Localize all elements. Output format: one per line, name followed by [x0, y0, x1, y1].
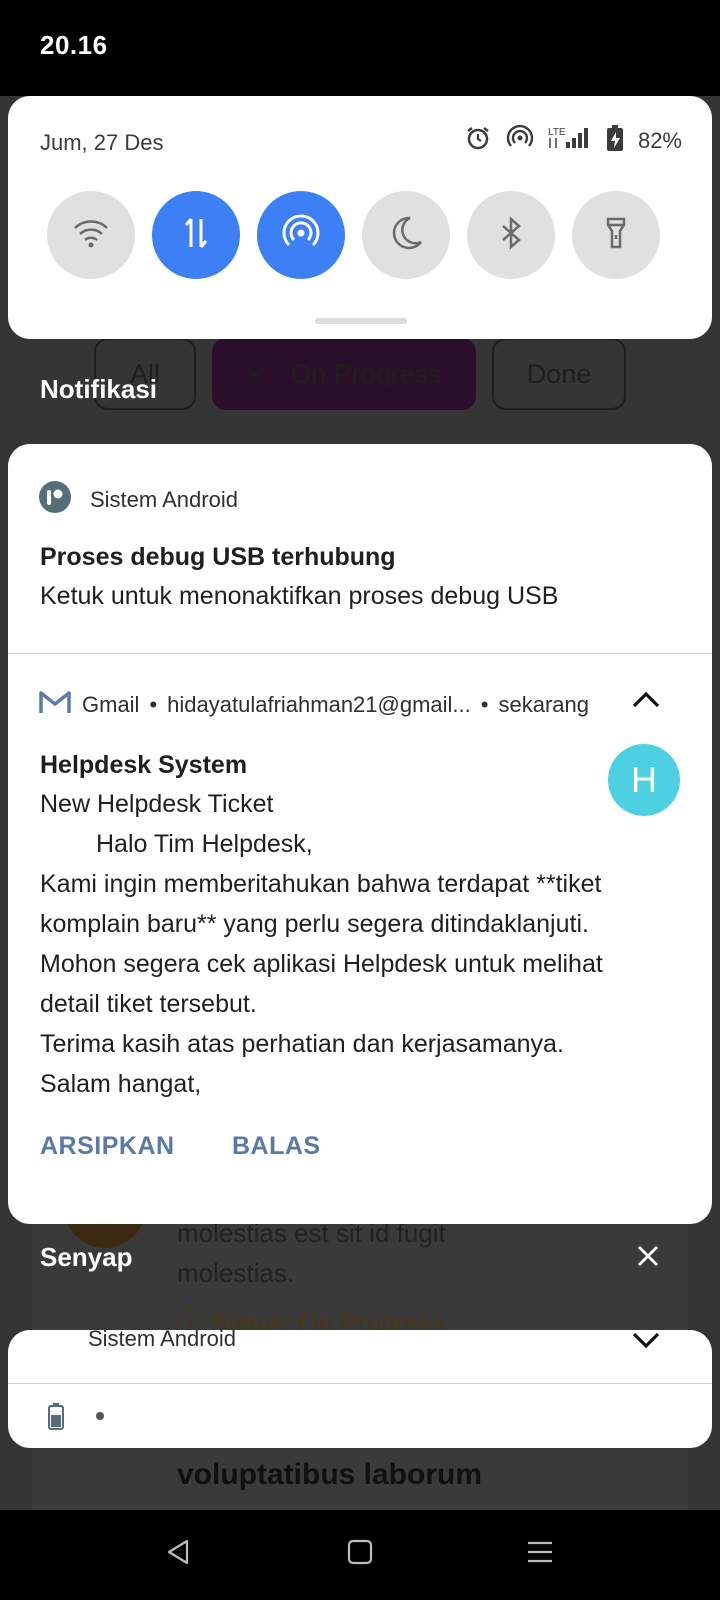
quick-settings-panel: Jum, 27 Des LTE 82%: [8, 96, 712, 339]
bg-ticket-title: voluptatibus laborum: [177, 1458, 483, 1491]
navigation-bar: [0, 1510, 720, 1600]
notification-group-card: Sistem Android Proses debug USB terhubun…: [8, 444, 712, 1224]
gmail-account: hidayatulafriahman21@gmail...: [167, 692, 471, 717]
expand-button[interactable]: [622, 1330, 670, 1366]
hotspot-status-icon: [506, 124, 534, 158]
usb-debug-notification[interactable]: Sistem Android: [38, 480, 238, 519]
alarm-icon: [464, 124, 492, 158]
back-triangle-icon: [163, 1537, 193, 1572]
status-bar-clock: 20.16: [40, 30, 108, 60]
reply-button[interactable]: BALAS: [232, 1132, 321, 1161]
silent-notification-card[interactable]: Sistem Android: [8, 1330, 712, 1448]
nav-recents-button[interactable]: [518, 1532, 562, 1576]
chevron-up-icon: [630, 684, 662, 721]
email-body-line: komplain baru** yang perlu segera ditind…: [40, 910, 589, 938]
bg-filter-chip-done: Done: [492, 338, 626, 410]
qs-status-icons: LTE 82%: [464, 124, 682, 158]
hotspot-icon: [281, 213, 321, 258]
battery-percent: 82%: [637, 128, 682, 153]
wifi-tile[interactable]: [47, 191, 135, 279]
collapse-button[interactable]: [622, 678, 670, 726]
app-name: Sistem Android: [90, 486, 238, 512]
nav-back-button[interactable]: [156, 1532, 200, 1576]
email-body-line: Halo Tim Helpdesk,: [96, 830, 313, 858]
separator-dot: [96, 1412, 104, 1420]
archive-button[interactable]: ARSIPKAN: [40, 1132, 175, 1161]
email-sender[interactable]: Helpdesk System: [40, 751, 247, 780]
email-body-line: Salam hangat,: [40, 1070, 202, 1098]
check-icon: [246, 359, 270, 390]
bluetooth-tile[interactable]: [467, 191, 555, 279]
status-bar: [0, 0, 720, 96]
silent-app-name: Sistem Android: [88, 1330, 236, 1351]
sender-avatar: H: [608, 744, 680, 816]
separator-dot: •: [149, 692, 158, 717]
usb-debug-text[interactable]: Ketuk untuk menonaktifkan proses debug U…: [40, 582, 558, 611]
email-body-line: Mohon segera cek aplikasi Helpdesk untuk…: [40, 950, 603, 978]
mobile-data-tile[interactable]: [152, 191, 240, 279]
nav-home-button[interactable]: [338, 1532, 382, 1576]
silent-section-label: Senyap: [40, 1242, 133, 1272]
android-system-icon: [38, 480, 72, 519]
menu-lines-icon: [525, 1537, 555, 1572]
hotspot-tile[interactable]: [257, 191, 345, 279]
lte-signal-icon: LTE: [548, 124, 592, 158]
data-arrows-icon: [176, 213, 216, 258]
bluetooth-icon: [491, 213, 531, 258]
qs-date: Jum, 27 Des: [40, 130, 164, 155]
divider: [8, 653, 712, 654]
chevron-down-icon: [630, 1330, 662, 1361]
battery-icon: [48, 1402, 64, 1435]
gmail-app-name: Gmail: [82, 692, 140, 717]
email-body-line: Terima kasih atas perhatian dan kerjasam…: [40, 1030, 564, 1058]
home-square-icon: [346, 1538, 374, 1571]
usb-debug-title[interactable]: Proses debug USB terhubung: [40, 543, 396, 572]
flashlight-tile[interactable]: [572, 191, 660, 279]
bg-filter-chip-on-progress: On Progress: [212, 338, 476, 410]
notifications-section-label: Notifikasi: [40, 374, 158, 404]
email-subject[interactable]: New Helpdesk Ticket: [40, 790, 273, 819]
svg-text:LTE: LTE: [548, 127, 566, 138]
moon-icon: [386, 213, 426, 258]
email-body-line: detail tiket tersebut.: [40, 990, 257, 1018]
email-body-line: Kami ingin memberitahukan bahwa terdapat…: [40, 870, 602, 898]
notification-time: sekarang: [498, 692, 589, 717]
flashlight-icon: [596, 213, 636, 258]
gmail-icon: [38, 688, 72, 722]
close-icon: [635, 1243, 661, 1274]
divider: [8, 1383, 712, 1384]
qs-drag-handle[interactable]: [315, 318, 407, 324]
do-not-disturb-tile[interactable]: [362, 191, 450, 279]
separator-dot: •: [480, 692, 489, 717]
gmail-notification-header[interactable]: Gmail • hidayatulafriahman21@gmail... • …: [38, 688, 589, 722]
bg-ticket-description-cont: molestias.: [177, 1258, 295, 1288]
clear-silent-button[interactable]: [628, 1238, 668, 1278]
battery-charging-icon: [606, 124, 624, 158]
wifi-icon: [71, 213, 111, 258]
